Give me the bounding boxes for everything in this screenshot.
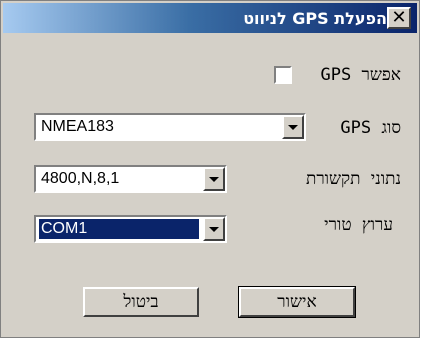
comm-params-combo[interactable]: 4800,N,8,1 <box>34 165 227 193</box>
gps-type-value: NMEA183 <box>41 118 114 135</box>
comm-params-value: 4800,N,8,1 <box>41 170 120 187</box>
cancel-button[interactable]: ביטול <box>83 287 199 317</box>
chevron-down-icon <box>209 226 219 232</box>
gps-type-combo[interactable]: NMEA183 <box>34 113 306 141</box>
serial-port-dropdown-button[interactable] <box>203 217 225 241</box>
ok-button[interactable]: אישור <box>238 286 356 318</box>
serial-port-combo[interactable]: COM1 <box>34 215 227 243</box>
enable-gps-checkbox[interactable] <box>274 66 292 84</box>
serial-port-value: COM1 <box>39 219 199 239</box>
gps-type-label: סוג GPS <box>340 118 401 138</box>
enable-gps-label: אפשר GPS <box>320 65 401 85</box>
serial-port-label: ערוץ טורי <box>324 215 393 235</box>
title-bar[interactable]: הפעלת GPS לניווט ✕ <box>3 3 417 33</box>
gps-dialog: הפעלת GPS לניווט ✕ אפשר GPS NMEA183 סוג … <box>0 0 420 338</box>
comm-params-label: נתוני תקשורת <box>305 169 401 189</box>
chevron-down-icon <box>209 176 219 182</box>
close-button[interactable]: ✕ <box>387 7 411 29</box>
chevron-down-icon <box>288 124 298 130</box>
comm-params-dropdown-button[interactable] <box>203 167 225 191</box>
gps-type-dropdown-button[interactable] <box>282 115 304 139</box>
close-icon: ✕ <box>391 7 407 28</box>
